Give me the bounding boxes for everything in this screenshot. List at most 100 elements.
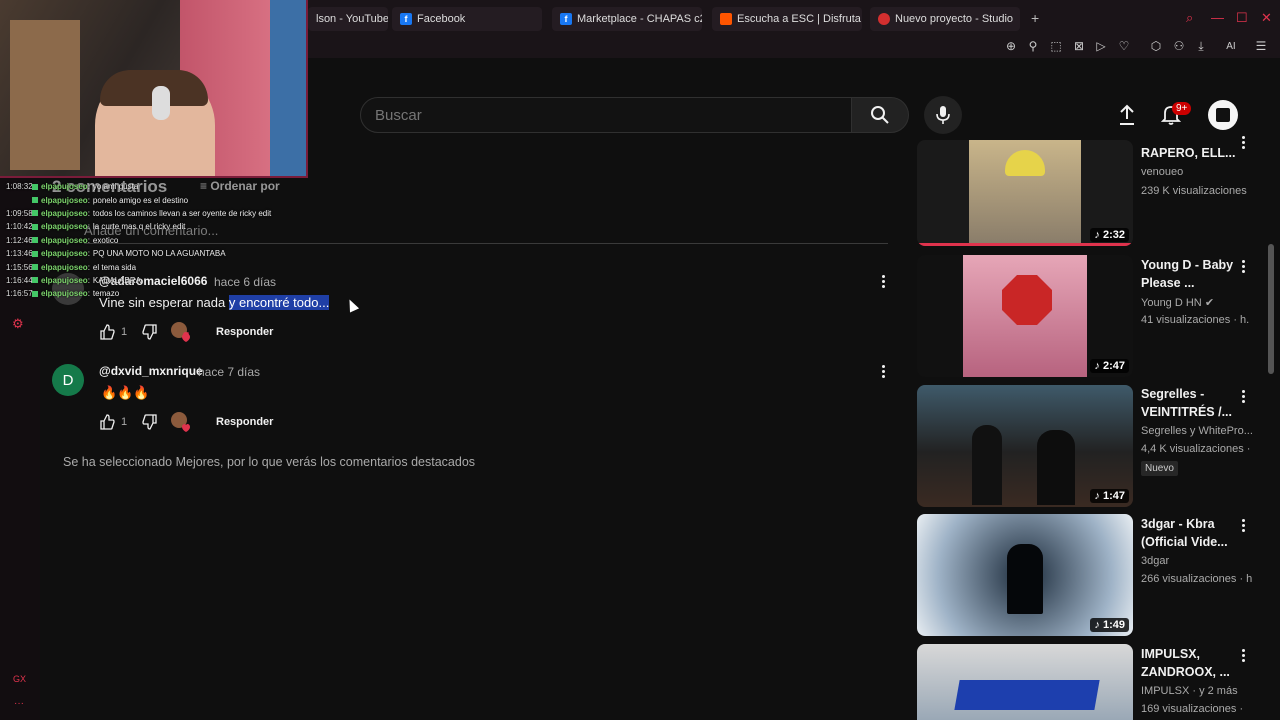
chat-message: 1:12:46 elpapujoseo: exotico bbox=[6, 234, 296, 247]
video-duration: ♪ 1:47 bbox=[1090, 489, 1129, 503]
video-channel[interactable]: 3dgar bbox=[1141, 555, 1169, 567]
comment-author[interactable]: @dxvid_mxnrique bbox=[99, 364, 203, 378]
like-button[interactable] bbox=[98, 323, 116, 341]
profile-icon[interactable]: ⚇ bbox=[1171, 38, 1187, 54]
video-more-button[interactable] bbox=[1236, 256, 1250, 276]
video-more-button[interactable] bbox=[1236, 386, 1250, 406]
chat-time: 1:13:46 bbox=[6, 249, 33, 259]
zoom-icon[interactable]: ⊕ bbox=[1003, 38, 1019, 54]
thumbs-up-icon bbox=[100, 324, 115, 340]
chat-badge-icon bbox=[32, 250, 38, 257]
chat-text: yo ami gusta bbox=[92, 182, 139, 192]
chat-separator: : bbox=[87, 275, 90, 285]
tab-label: lson - YouTube bbox=[316, 13, 388, 25]
tab-label: Nuevo proyecto - Studio bbox=[895, 13, 1014, 25]
chat-text: KADALABRA bbox=[92, 275, 141, 285]
pin-icon[interactable]: ⚲ bbox=[1025, 38, 1041, 54]
streamer-webcam bbox=[0, 0, 308, 178]
chat-username: elpapujoseo bbox=[41, 289, 88, 299]
chat-time: 1:15:56 bbox=[6, 262, 33, 272]
comment-more-button[interactable] bbox=[875, 361, 891, 381]
tab-soundcloud[interactable]: Escucha a ESC | Disfruta bbox=[712, 7, 862, 31]
reply-button[interactable]: Responder bbox=[216, 326, 273, 338]
chat-badge-icon bbox=[32, 210, 38, 217]
gx-logo: GX bbox=[13, 674, 27, 684]
close-window-icon[interactable]: ✕ bbox=[1261, 10, 1272, 26]
menu-icon[interactable]: ☰ bbox=[1253, 38, 1269, 54]
account-avatar[interactable] bbox=[1208, 100, 1238, 130]
voice-search-button[interactable] bbox=[924, 96, 962, 134]
ai-label: AI bbox=[1226, 40, 1236, 52]
tab-studio[interactable]: Nuevo proyecto - Studio bbox=[870, 7, 1020, 31]
chat-message: 1:16:44 elpapujoseo: KADALABRA bbox=[6, 274, 296, 287]
download-icon[interactable]: ⤓ bbox=[1193, 38, 1209, 54]
video-title[interactable]: RAPERO, ELL... bbox=[1141, 144, 1237, 162]
thumbs-down-icon bbox=[142, 324, 157, 340]
tab-marketplace[interactable]: f Marketplace - CHAPAS c2 bbox=[552, 7, 702, 31]
chat-message: elpapujoseo: ponelo amigo es el destino bbox=[6, 193, 296, 206]
comment-time[interactable]: hace 7 días bbox=[198, 365, 260, 379]
chat-username: elpapujoseo bbox=[41, 249, 88, 259]
video-thumbnail[interactable]: ♪ 2:32 bbox=[917, 140, 1133, 246]
chat-separator: : bbox=[87, 249, 90, 259]
play-icon[interactable]: ▷ bbox=[1093, 38, 1109, 54]
chat-badge-icon bbox=[32, 264, 38, 271]
video-more-button[interactable] bbox=[1236, 132, 1250, 152]
chat-separator: : bbox=[87, 289, 90, 299]
video-duration: ♪ 2:47 bbox=[1090, 359, 1129, 373]
settings-icon[interactable]: ⚙ bbox=[12, 316, 24, 332]
video-channel[interactable]: Segrelles y WhitePro... bbox=[1141, 425, 1253, 437]
tab-facebook[interactable]: f Facebook bbox=[392, 7, 542, 31]
facebook-icon: f bbox=[400, 13, 412, 25]
chat-time: 1:12:46 bbox=[6, 235, 33, 245]
search-input[interactable] bbox=[375, 104, 845, 126]
comment-more-button[interactable] bbox=[875, 271, 891, 291]
video-channel[interactable]: Young D HN ✔ bbox=[1141, 296, 1214, 309]
video-more-button[interactable] bbox=[1236, 515, 1250, 535]
chat-message: 1:16:57 elpapujoseo: temazo bbox=[6, 287, 296, 300]
video-title[interactable]: IMPULSX, ZANDROOX, ... bbox=[1141, 645, 1237, 681]
verified-icon: ✔ bbox=[1204, 297, 1215, 309]
ai-button[interactable]: AI bbox=[1218, 38, 1244, 54]
video-title[interactable]: Segrelles - VEINTITRÉS /... bbox=[1141, 385, 1237, 421]
video-title[interactable]: 3dgar - Kbra (Official Vide... bbox=[1141, 515, 1237, 551]
video-channel[interactable]: IMPULSX · y 2 más bbox=[1141, 685, 1238, 697]
tab-youtube[interactable]: lson - YouTube bbox=[308, 7, 388, 31]
adblock-icon[interactable]: ⊠ bbox=[1071, 38, 1087, 54]
more-icon[interactable]: ··· bbox=[14, 698, 24, 709]
video-more-button[interactable] bbox=[1236, 645, 1250, 665]
microphone-icon bbox=[936, 106, 950, 124]
dislike-button[interactable] bbox=[141, 323, 159, 341]
heart-icon[interactable]: ♡ bbox=[1116, 38, 1132, 54]
tab-label: Facebook bbox=[417, 13, 466, 25]
chat-time: 1:16:44 bbox=[6, 275, 33, 285]
upload-button[interactable] bbox=[1112, 100, 1142, 130]
new-tab-icon[interactable]: + bbox=[1031, 10, 1039, 26]
sidebar-scrollbar[interactable] bbox=[1268, 244, 1274, 374]
minimize-icon[interactable]: — bbox=[1211, 10, 1224, 25]
search-button[interactable] bbox=[851, 97, 909, 133]
reply-button[interactable]: Responder bbox=[216, 416, 273, 428]
duration-text: 2:32 bbox=[1102, 229, 1125, 241]
video-thumbnail[interactable] bbox=[917, 644, 1133, 720]
dislike-button[interactable] bbox=[141, 413, 159, 431]
comment-avatar[interactable]: D bbox=[52, 364, 84, 396]
video-thumbnail[interactable]: ♪ 1:49 bbox=[917, 514, 1133, 636]
video-thumbnail[interactable]: ♪ 1:47 bbox=[917, 385, 1133, 507]
search-tabs-icon[interactable]: ⌕ bbox=[1186, 10, 1193, 26]
maximize-icon[interactable]: ☐ bbox=[1236, 10, 1248, 26]
duration-text: 1:49 bbox=[1102, 619, 1125, 631]
chat-separator: : bbox=[87, 262, 90, 272]
video-title[interactable]: Young D - Baby Please ... bbox=[1141, 256, 1237, 292]
video-duration: ♪ 2:32 bbox=[1090, 228, 1129, 242]
like-button[interactable] bbox=[98, 413, 116, 431]
search-icon bbox=[871, 106, 889, 124]
facebook-icon: f bbox=[560, 13, 572, 25]
extensions-icon[interactable]: ⬡ bbox=[1148, 38, 1164, 54]
chat-message: 1:15:56 elpapujoseo: el tema sida bbox=[6, 260, 296, 273]
video-thumbnail[interactable]: ♪ 2:47 bbox=[917, 255, 1133, 377]
video-channel[interactable]: venoueo bbox=[1141, 166, 1183, 178]
snapshot-icon[interactable]: ⬚ bbox=[1048, 38, 1064, 54]
channel-name: Young D HN bbox=[1141, 297, 1202, 309]
chat-text: la curte mas q el ricky edit bbox=[92, 222, 186, 232]
